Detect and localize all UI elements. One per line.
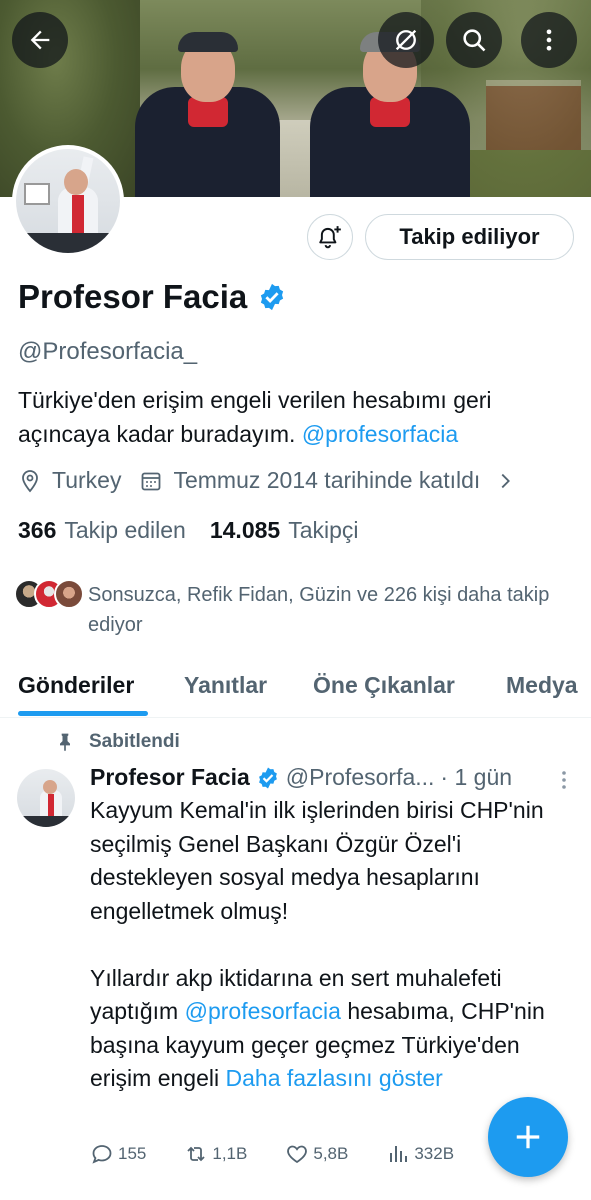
pinned-text: Sabitlendi	[89, 731, 180, 752]
more-vertical-icon	[546, 29, 552, 51]
avatar	[54, 579, 84, 609]
tweet-paragraph: Yıllardır akp iktidarına en sert muhalef…	[90, 962, 580, 1096]
pinned-label: Sabitlendi	[55, 731, 180, 753]
banner-person	[135, 0, 280, 197]
following-label: Takip edilen	[64, 517, 186, 543]
more-vertical-icon[interactable]	[556, 768, 572, 792]
active-tab-indicator	[18, 711, 148, 716]
joined-text: Temmuz 2014 tarihinde katıldı	[173, 467, 481, 493]
location-pin-icon	[22, 469, 38, 492]
bell-plus-icon	[319, 226, 341, 249]
chevron-right-icon[interactable]	[494, 470, 516, 492]
retweet-count: 1,1B	[212, 1144, 248, 1163]
show-more-link[interactable]: Daha fazlasını göster	[226, 1065, 443, 1091]
calendar-icon	[142, 472, 161, 490]
reply-icon	[92, 1145, 112, 1164]
verified-badge-icon	[261, 283, 284, 311]
views-count: 332B	[414, 1144, 455, 1163]
verified-badge-icon	[258, 767, 277, 788]
profile-meta: Turkey Temmuz 2014 tarihinde katıldı	[18, 467, 526, 494]
tab-replies[interactable]: Yanıtlar	[184, 672, 267, 699]
tab-highlights[interactable]: Öne Çıkanlar	[313, 672, 455, 699]
profile-name-text: Profesor Facia	[18, 278, 248, 315]
profile-handle: @Profesorfacia_	[18, 338, 198, 365]
more-options-button[interactable]	[521, 12, 577, 68]
avatar	[16, 149, 120, 253]
arrow-left-icon	[30, 30, 50, 50]
tweet-author-handle[interactable]: @Profesorfa...	[286, 764, 435, 791]
search-button[interactable]	[446, 12, 502, 68]
tweet-text[interactable]: Kayyum Kemal'in ilk işlerinden birisi CH…	[90, 794, 580, 1096]
location: Turkey	[18, 467, 121, 494]
tweet-author-name[interactable]: Profesor Facia	[90, 764, 250, 791]
following-count-link[interactable]: 366 Takip edilen	[18, 517, 186, 544]
followers-count: 14.085	[209, 517, 281, 543]
profile-name: Profesor Facia	[18, 278, 287, 316]
search-icon	[463, 29, 486, 52]
following-button[interactable]: Takip ediliyor	[365, 214, 574, 260]
followers-count-link[interactable]: 14.085 Takipçi	[210, 517, 359, 544]
like-count: 5,8B	[313, 1144, 349, 1163]
back-button[interactable]	[12, 12, 68, 68]
views-button[interactable]: 332B	[386, 1142, 454, 1166]
profile-avatar[interactable]	[12, 145, 124, 257]
reply-button[interactable]: 155	[90, 1142, 146, 1166]
follow-counts: 366 Takip edilen 14.085 Takipçi	[18, 517, 383, 544]
tweet-author-avatar[interactable]	[17, 769, 75, 827]
heart-icon	[287, 1145, 308, 1164]
following-count: 366	[18, 517, 57, 543]
plus-icon	[516, 1125, 540, 1149]
profile-bio: Türkiye'den erişim engeli verilen hesabı…	[18, 383, 578, 451]
location-text: Turkey	[52, 467, 122, 493]
reply-count: 155	[118, 1144, 147, 1163]
joined-date: Temmuz 2014 tarihinde katıldı	[139, 467, 480, 494]
tweet-header: Profesor Facia @Profesorfa... · 1 gün	[90, 764, 512, 791]
followers-label: Takipçi	[288, 517, 359, 543]
tab-media[interactable]: Medya	[506, 672, 578, 699]
tweet-mention-link[interactable]: @profesorfacia	[185, 998, 341, 1024]
like-button[interactable]: 5,8B	[285, 1142, 348, 1166]
tab-posts[interactable]: Gönderiler	[18, 672, 134, 699]
followers-you-know-text[interactable]: Sonsuzca, Refik Fidan, Güzin ve 226 kişi…	[88, 580, 558, 640]
retweet-icon	[187, 1146, 206, 1162]
tweet-paragraph: Kayyum Kemal'in ilk işlerinden birisi CH…	[90, 797, 544, 924]
retweet-button[interactable]: 1,1B	[184, 1142, 247, 1166]
pin-icon	[60, 733, 70, 752]
profile-tabs: Gönderiler Yanıtlar Öne Çıkanlar Medya	[0, 660, 591, 718]
views-chart-icon	[390, 1146, 408, 1162]
notifications-button[interactable]	[307, 214, 353, 260]
compose-button[interactable]	[488, 1097, 568, 1177]
tweet-time[interactable]: · 1 gün	[440, 764, 512, 791]
eye-off-icon	[395, 29, 417, 51]
hide-button[interactable]	[378, 12, 434, 68]
followers-you-know-avatars[interactable]	[14, 579, 84, 609]
bio-mention-link[interactable]: @profesorfacia	[302, 421, 458, 447]
